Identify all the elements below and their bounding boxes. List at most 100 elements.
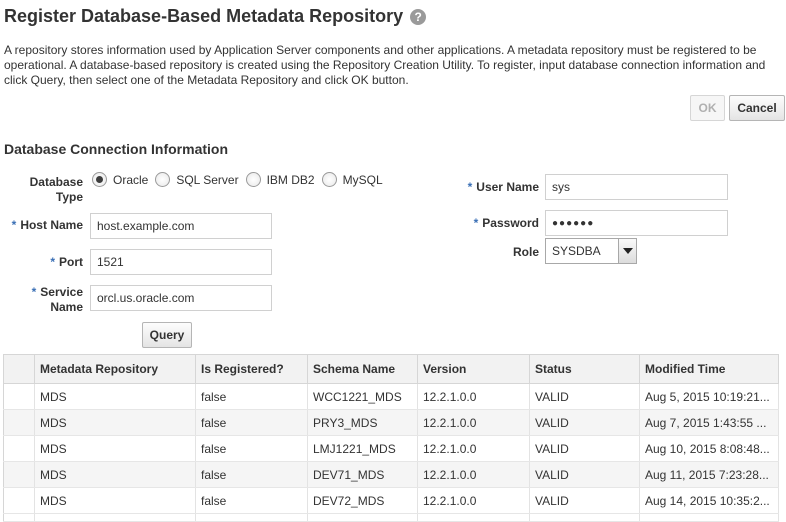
table-cell: 12.2.1.0.0 [417, 435, 530, 462]
table-cell [529, 513, 640, 522]
table-cell: false [195, 383, 308, 410]
row-selector[interactable] [3, 487, 35, 514]
table-cell: false [195, 409, 308, 436]
table-cell: VALID [529, 409, 640, 436]
user-name-label: * User Name [440, 180, 539, 195]
table-row[interactable]: MDS false DEV71_MDS 12.2.1.0.0 VALID Aug… [3, 461, 779, 488]
password-label-text: Password [482, 216, 539, 230]
table-cell: PRY3_MDS [307, 409, 418, 436]
radio-sql-server[interactable] [155, 172, 171, 187]
table-row-empty [3, 513, 779, 522]
table-cell: false [195, 461, 308, 488]
table-cell: 12.2.1.0.0 [417, 383, 530, 410]
port-field[interactable]: 1521 [90, 249, 272, 275]
table-cell: Aug 5, 2015 10:19:21... [639, 383, 779, 410]
table-row[interactable]: MDS false WCC1221_MDS 12.2.1.0.0 VALID A… [3, 383, 779, 410]
host-name-label: * Host Name [0, 218, 83, 233]
service-name-label-line1: Service [40, 285, 83, 299]
table-cell [34, 513, 196, 522]
table-cell: MDS [34, 383, 196, 410]
required-marker: * [467, 180, 473, 194]
column-header[interactable]: Status [529, 354, 640, 384]
radio-mysql[interactable] [321, 172, 337, 187]
required-marker: * [11, 218, 17, 232]
password-label: * Password [440, 216, 539, 231]
database-type-label-line2: Type [55, 190, 83, 204]
help-icon[interactable]: ? [410, 8, 427, 25]
table-cell: MDS [34, 461, 196, 488]
service-name-label: * Service Name [0, 285, 83, 315]
table-cell [639, 513, 779, 522]
radio-option-sql-server[interactable]: SQL Server [155, 172, 239, 187]
query-button[interactable]: Query [142, 322, 192, 348]
table-row[interactable]: MDS false LMJ1221_MDS 12.2.1.0.0 VALID A… [3, 435, 779, 462]
table-cell: VALID [529, 383, 640, 410]
page-description: A repository stores information used by … [4, 43, 766, 87]
radio-ibm-db2[interactable] [245, 172, 261, 187]
radio-option-mysql[interactable]: MySQL [321, 172, 383, 187]
role-select[interactable]: SYSDBA [545, 238, 637, 264]
chevron-down-icon[interactable] [618, 239, 636, 263]
database-type-label: Database Type [20, 175, 83, 205]
table-cell: 12.2.1.0.0 [417, 461, 530, 488]
table-cell: MDS [34, 409, 196, 436]
ok-button[interactable]: OK [690, 95, 725, 121]
table-cell: DEV71_MDS [307, 461, 418, 488]
column-header[interactable]: Schema Name [307, 354, 418, 384]
table-cell: LMJ1221_MDS [307, 435, 418, 462]
row-selector[interactable] [3, 409, 35, 436]
table-row[interactable]: MDS false DEV72_MDS 12.2.1.0.0 VALID Aug… [3, 487, 779, 514]
row-selector[interactable] [3, 383, 35, 410]
table-cell: MDS [34, 487, 196, 514]
port-label-text: Port [59, 255, 83, 269]
user-name-field[interactable]: sys [545, 174, 728, 200]
column-header[interactable]: Metadata Repository [34, 354, 196, 384]
user-name-label-text: User Name [476, 180, 539, 194]
radio-sql-server-label: SQL Server [176, 172, 239, 187]
table-cell: false [195, 435, 308, 462]
table-cell: Aug 10, 2015 8:08:48... [639, 435, 779, 462]
column-header[interactable]: Version [417, 354, 530, 384]
required-marker: * [50, 255, 55, 269]
column-header[interactable]: Modified Time [639, 354, 779, 384]
table-cell [307, 513, 418, 522]
password-field[interactable]: ●●●●●● [545, 210, 728, 236]
service-name-field[interactable]: orcl.us.oracle.com [90, 285, 272, 311]
table-cell: false [195, 487, 308, 514]
row-selector[interactable] [3, 435, 35, 462]
host-name-field[interactable]: host.example.com [90, 213, 272, 239]
database-type-label-line1: Database [29, 175, 83, 189]
required-marker: * [473, 216, 479, 230]
row-selector-header [3, 354, 35, 384]
table-cell: WCC1221_MDS [307, 383, 418, 410]
radio-ibm-db2-label: IBM DB2 [266, 172, 315, 187]
table-cell: 12.2.1.0.0 [417, 487, 530, 514]
table-header-row: Metadata Repository Is Registered? Schem… [3, 354, 779, 384]
table-row[interactable]: MDS false PRY3_MDS 12.2.1.0.0 VALID Aug … [3, 409, 779, 436]
radio-mysql-label: MySQL [342, 172, 383, 187]
row-selector [3, 513, 35, 522]
page-title-text: Register Database-Based Metadata Reposit… [4, 6, 404, 26]
table-cell: Aug 11, 2015 7:23:28... [639, 461, 779, 488]
table-cell: Aug 14, 2015 10:35:2... [639, 487, 779, 514]
row-selector[interactable] [3, 461, 35, 488]
radio-option-oracle[interactable]: Oracle [92, 172, 148, 187]
table-cell: VALID [529, 487, 640, 514]
table-cell [417, 513, 530, 522]
role-select-value: SYSDBA [552, 244, 601, 258]
table-cell: DEV72_MDS [307, 487, 418, 514]
column-header[interactable]: Is Registered? [195, 354, 308, 384]
metadata-repository-table: Metadata Repository Is Registered? Schem… [3, 354, 779, 522]
radio-oracle[interactable] [92, 172, 107, 187]
table-cell: VALID [529, 461, 640, 488]
page-title: Register Database-Based Metadata Reposit… [4, 6, 427, 27]
required-marker: * [31, 285, 37, 299]
database-type-radio-group: Oracle SQL Server IBM DB2 MySQL [92, 172, 390, 187]
cancel-button[interactable]: Cancel [729, 95, 785, 121]
radio-option-ibm-db2[interactable]: IBM DB2 [245, 172, 315, 187]
table-cell: 12.2.1.0.0 [417, 409, 530, 436]
table-cell: MDS [34, 435, 196, 462]
host-name-label-text: Host Name [20, 218, 83, 232]
table-cell: Aug 7, 2015 1:43:55 ... [639, 409, 779, 436]
role-label: Role [512, 245, 539, 259]
